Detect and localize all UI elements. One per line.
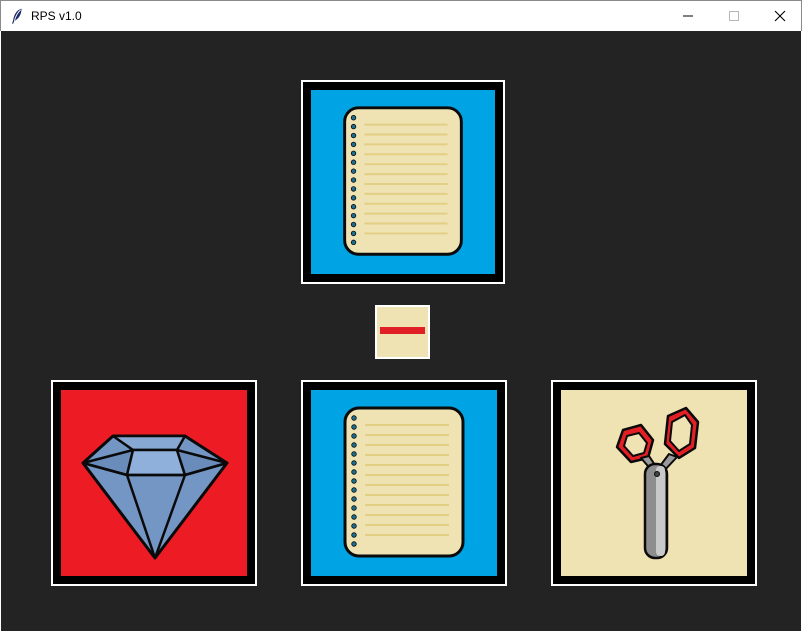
rock-button[interactable] xyxy=(51,380,257,586)
paper-tile xyxy=(311,390,497,576)
notebook-paper-icon xyxy=(343,106,463,256)
result-indicator xyxy=(375,305,430,359)
scissors-tile xyxy=(561,390,747,576)
feather-icon xyxy=(12,8,22,24)
game-canvas xyxy=(1,31,801,631)
diamond-icon xyxy=(81,434,229,560)
scissors-icon xyxy=(615,406,700,560)
maximize-icon xyxy=(729,11,739,21)
scissors-button[interactable] xyxy=(551,380,757,586)
close-button[interactable] xyxy=(757,1,802,31)
computer-choice-tile xyxy=(311,90,495,274)
computer-choice-card xyxy=(301,80,505,284)
minimize-icon xyxy=(683,15,693,17)
minus-icon xyxy=(380,327,425,334)
close-icon xyxy=(774,10,786,22)
title-bar[interactable]: RPS v1.0 xyxy=(0,0,802,31)
notebook-paper-icon xyxy=(343,406,465,558)
window-title: RPS v1.0 xyxy=(31,9,82,23)
maximize-button[interactable] xyxy=(711,1,757,31)
minimize-button[interactable] xyxy=(665,1,711,31)
paper-button[interactable] xyxy=(301,380,507,586)
rock-tile xyxy=(61,390,247,576)
